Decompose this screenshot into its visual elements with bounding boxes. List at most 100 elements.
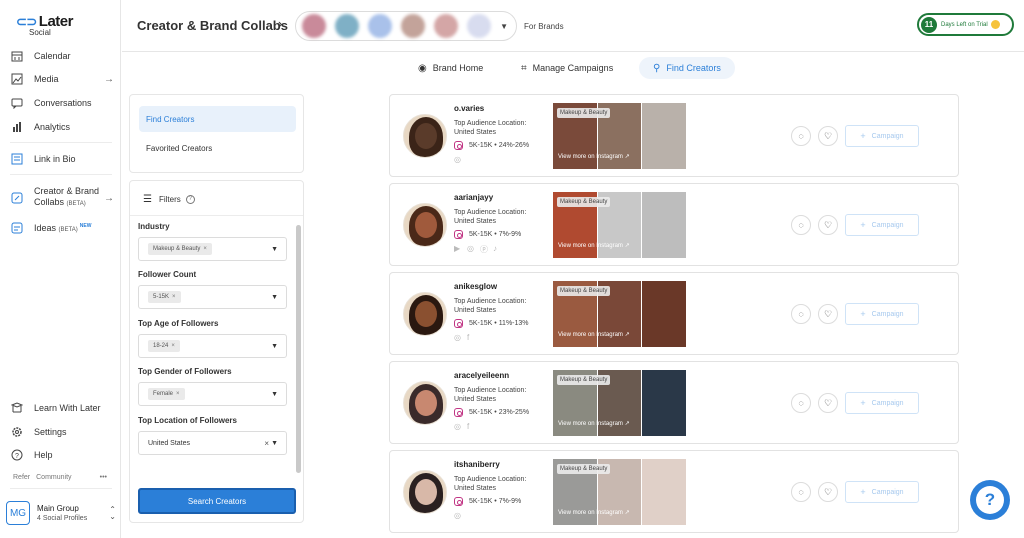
message-button[interactable]: ◌ — [791, 482, 811, 502]
message-button[interactable]: ◌ — [791, 304, 811, 324]
sidebar-item-ideas[interactable]: Ideas (BETA)NEW — [10, 218, 114, 238]
chevron-right-icon[interactable]: › — [278, 16, 282, 31]
add-to-campaign-button[interactable]: + Campaign — [845, 214, 919, 236]
creator-card[interactable]: anikesglow Top Audience Location: United … — [389, 272, 959, 355]
sidebar-item-creator-brand-collabs[interactable]: Creator & Brand Collabs (BETA) → — [10, 186, 114, 210]
close-icon[interactable]: × — [171, 343, 175, 349]
creator-name[interactable]: anikesglow — [454, 282, 497, 291]
sidebar-item-settings[interactable]: Settings — [10, 422, 114, 442]
stats-text: 5K-15K • 23%-25% — [469, 409, 530, 416]
creator-avatar[interactable] — [403, 381, 447, 425]
search-creators-button[interactable]: Search Creators — [138, 488, 296, 514]
creator-name[interactable]: o.varies — [454, 104, 484, 113]
plus-icon: + — [860, 309, 866, 319]
top-header: Creator & Brand Collabs › ▼ For Brands 1… — [122, 0, 1024, 52]
scrollbar-thumb[interactable] — [296, 225, 301, 473]
view-more-instagram-link[interactable]: View more on Instagram ↗ — [558, 509, 630, 516]
top-location-label: Top Location of Followers — [138, 416, 237, 425]
creator-name[interactable]: aarianjayy — [454, 193, 493, 202]
follower-count-chip[interactable]: 5-15K × — [148, 291, 181, 303]
creator-name[interactable]: aracelyeileenn — [454, 371, 509, 380]
close-icon[interactable]: × — [176, 391, 180, 397]
social-platform-icon[interactable]: ◎ — [454, 511, 462, 520]
trial-badge[interactable]: 11 Days Left on Trial — [917, 13, 1014, 36]
add-to-campaign-button[interactable]: + Campaign — [845, 392, 919, 414]
creator-card[interactable]: aarianjayy Top Audience Location: United … — [389, 183, 959, 266]
menu-find-creators[interactable]: Find Creators — [139, 106, 296, 132]
view-more-instagram-link[interactable]: View more on Instagram ↗ — [558, 420, 630, 427]
social-platform-icon[interactable]: ♪ — [493, 244, 501, 255]
post-thumbnail[interactable] — [642, 103, 687, 169]
clear-icon[interactable]: × — [264, 439, 269, 448]
brand-selector[interactable]: ▼ — [295, 11, 517, 41]
social-platform-icon[interactable]: ◎ — [454, 333, 462, 342]
post-thumbnail[interactable] — [642, 281, 687, 347]
creator-avatar[interactable] — [403, 114, 447, 158]
favorite-button[interactable]: ♡ — [818, 482, 838, 502]
social-platform-icon[interactable]: ◎ — [467, 244, 475, 255]
later-logo[interactable]: ⊂⊃ Later Social — [16, 13, 73, 37]
social-platform-icon[interactable]: f — [467, 422, 475, 431]
tab-manage-campaigns[interactable]: ⌗ Manage Campaigns — [507, 57, 627, 79]
top-gender-select[interactable]: Female × ▼ — [138, 382, 287, 406]
sidebar-item-media[interactable]: Media → — [10, 69, 114, 89]
add-to-campaign-button[interactable]: + Campaign — [845, 125, 919, 147]
sidebar-item-link-in-bio[interactable]: Link in Bio — [10, 149, 114, 169]
add-to-campaign-button[interactable]: + Campaign — [845, 481, 919, 503]
view-more-instagram-link[interactable]: View more on Instagram ↗ — [558, 242, 630, 249]
social-platform-icon[interactable]: ◎ — [454, 422, 462, 431]
favorite-button[interactable]: ♡ — [818, 126, 838, 146]
more-options-icon[interactable]: ••• — [100, 474, 107, 481]
group-switcher[interactable]: MG Main Group 4 Social Profiles ⌃ ⌄ — [6, 497, 116, 529]
help-icon: ? — [976, 486, 1004, 514]
location-value: United States — [148, 439, 191, 447]
message-button[interactable]: ◌ — [791, 393, 811, 413]
info-icon[interactable]: ? — [185, 195, 195, 204]
add-to-campaign-button[interactable]: + Campaign — [845, 303, 919, 325]
help-button[interactable]: ? — [970, 480, 1010, 520]
sidebar-item-help[interactable]: ? Help — [10, 445, 114, 465]
menu-favorited-creators[interactable]: Favorited Creators — [139, 135, 296, 161]
view-more-instagram-link[interactable]: View more on Instagram ↗ — [558, 331, 630, 338]
favorite-button[interactable]: ♡ — [818, 304, 838, 324]
sidebar-item-analytics[interactable]: Analytics — [10, 117, 114, 137]
close-icon[interactable]: × — [203, 246, 207, 252]
social-platform-icon[interactable]: f — [467, 333, 475, 342]
industry-chip[interactable]: Makeup & Beauty × — [148, 243, 212, 255]
creator-card[interactable]: aracelyeileenn Top Audience Location: Uni… — [389, 361, 959, 444]
creator-card[interactable]: itshaniberry Top Audience Location: Unite… — [389, 450, 959, 533]
social-platform-icon[interactable]: ◎ — [454, 155, 462, 164]
tab-find-creators[interactable]: ⚲ Find Creators — [639, 57, 735, 79]
top-location-select[interactable]: United States × ▼ — [138, 431, 287, 455]
creator-avatar[interactable] — [403, 470, 447, 514]
campaign-label: Campaign — [871, 399, 904, 407]
favorite-button[interactable]: ♡ — [818, 215, 838, 235]
follower-count-select[interactable]: 5-15K × ▼ — [138, 285, 287, 309]
creator-avatar[interactable] — [403, 203, 447, 247]
refer-community-row: Refer Community ••• — [13, 474, 113, 481]
top-age-chip[interactable]: 18-24 × — [148, 340, 180, 352]
sidebar-item-conversations[interactable]: Conversations — [10, 93, 114, 113]
creator-card[interactable]: o.varies Top Audience Location: United St… — [389, 94, 959, 177]
refer-link[interactable]: Refer — [13, 474, 30, 481]
post-thumbnail[interactable] — [642, 459, 687, 525]
top-gender-chip[interactable]: Female × — [148, 388, 185, 400]
social-platform-icon[interactable]: ▶ — [454, 244, 462, 255]
social-platform-icon[interactable]: ⓟ — [480, 244, 488, 255]
top-age-select[interactable]: 18-24 × ▼ — [138, 334, 287, 358]
close-icon[interactable]: × — [172, 294, 176, 300]
industry-select[interactable]: Makeup & Beauty × ▼ — [138, 237, 287, 261]
sidebar-item-calendar[interactable]: Calendar — [10, 46, 114, 66]
sidebar-item-learn-with-later[interactable]: Learn With Later — [10, 398, 114, 418]
tab-brand-home[interactable]: ◉ Brand Home — [404, 57, 497, 79]
post-thumbnail[interactable] — [642, 370, 687, 436]
view-more-instagram-link[interactable]: View more on Instagram ↗ — [558, 153, 630, 160]
message-button[interactable]: ◌ — [791, 126, 811, 146]
post-thumbnail[interactable] — [642, 192, 687, 258]
community-link[interactable]: Community — [36, 474, 71, 481]
caret-down-icon: ▼ — [271, 439, 278, 447]
creator-name[interactable]: itshaniberry — [454, 460, 500, 469]
creator-avatar[interactable] — [403, 292, 447, 336]
favorite-button[interactable]: ♡ — [818, 393, 838, 413]
message-button[interactable]: ◌ — [791, 215, 811, 235]
